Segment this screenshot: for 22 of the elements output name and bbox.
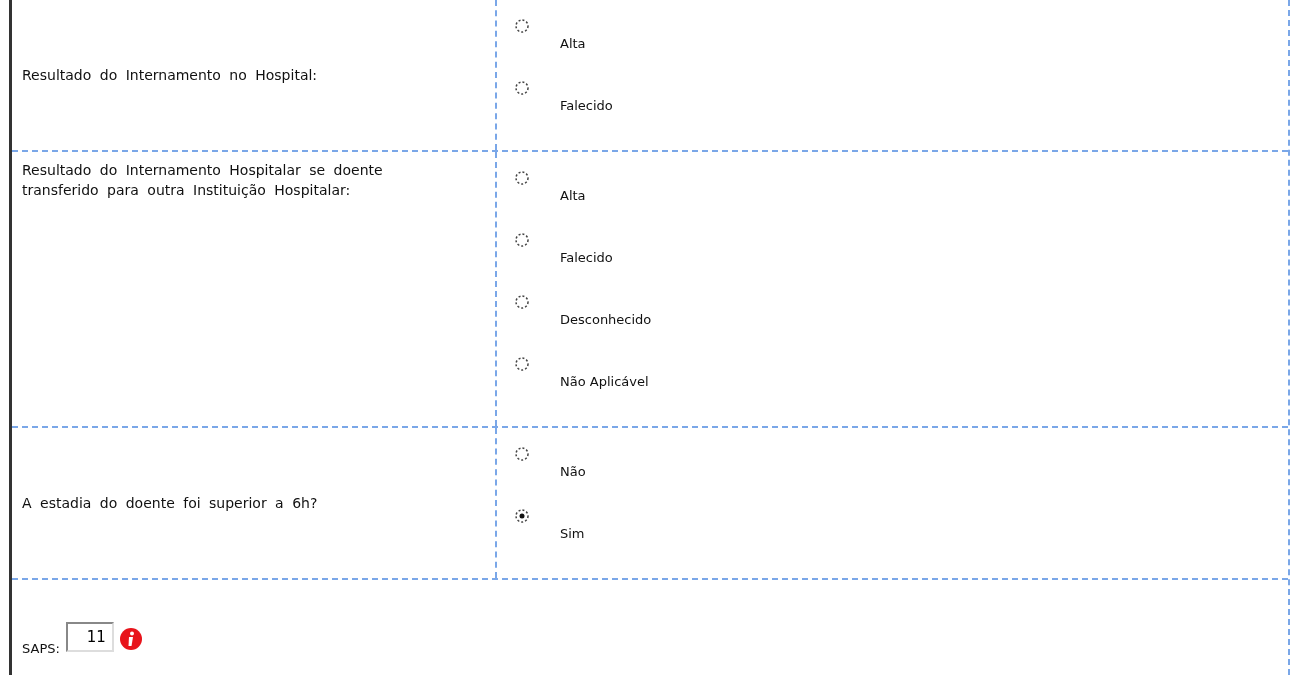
radio-button[interactable] <box>514 294 530 310</box>
question-label: A estadia do doente foi superior a 6h? <box>22 494 319 513</box>
option-label: Alta <box>560 188 586 203</box>
option-label: Falecido <box>560 98 613 113</box>
option-label: Falecido <box>560 250 613 265</box>
radio-button[interactable] <box>514 232 530 248</box>
question-label: Resultado do Internamento no Hospital: <box>22 66 319 85</box>
info-icon[interactable] <box>119 628 142 650</box>
radio-button[interactable] <box>514 446 530 462</box>
option-label: Alta <box>560 36 586 51</box>
option-label: Não <box>560 464 586 479</box>
option-label: Não Aplicável <box>560 374 649 389</box>
option-label: Desconhecido <box>560 312 652 327</box>
radio-button[interactable] <box>514 170 530 186</box>
radio-button[interactable] <box>514 508 530 524</box>
option-label: Sim <box>560 526 585 541</box>
question-label: Resultado do Internamento Hospitalar se doente transferido para outra Instituição Hospitalar: <box>22 161 384 200</box>
radio-button[interactable] <box>514 18 530 34</box>
saps-field[interactable]: 11 <box>65 622 114 652</box>
radio-button[interactable] <box>514 80 530 96</box>
radio-button[interactable] <box>514 356 530 372</box>
saps-label: SAPS: <box>22 641 60 658</box>
